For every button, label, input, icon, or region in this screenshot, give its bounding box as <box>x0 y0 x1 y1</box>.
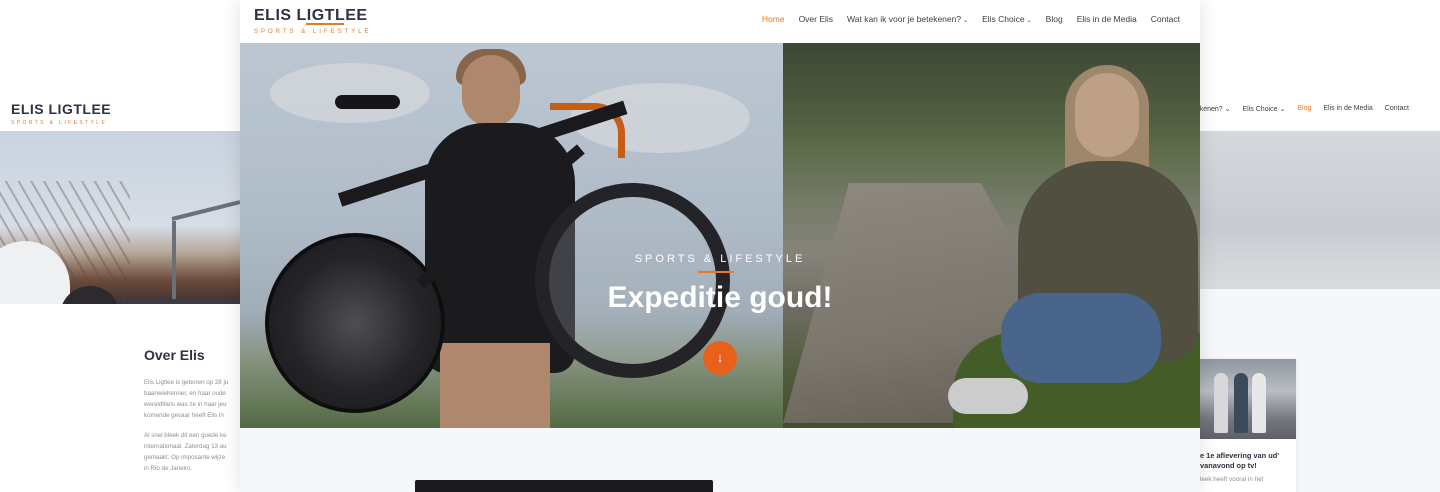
below-hero-section <box>240 428 1200 492</box>
scroll-down-button[interactable]: ↓ <box>703 341 737 375</box>
main-menu: Home Over Elis Wat kan ik voor je beteke… <box>762 14 1180 24</box>
menu-item-wat-kan-ik[interactable]: Wat kan ik voor je betekenen? ⌄ <box>847 14 968 24</box>
menu-item-home[interactable]: Home <box>762 14 785 24</box>
hero-kicker: SPORTS & LIFESTYLE <box>634 253 806 265</box>
menu-item-blog[interactable]: Blog <box>1046 14 1063 24</box>
chevron-down-icon: ⌄ <box>963 18 969 24</box>
bg-left-logo-name: ELIS LIGTLEE <box>11 101 112 117</box>
hero-headline: Expeditie goud! <box>607 281 833 314</box>
bg-right-nav-item: Contact <box>1384 105 1409 112</box>
bg-left-logo-tagline: SPORTS & LIFESTYLE <box>11 120 108 126</box>
bg-right-nav-item: Elis in de Media <box>1323 105 1373 112</box>
bg-right-card-title: e 1e aflevering van ud' vanavond op tv! <box>1200 451 1279 470</box>
menu-item-contact[interactable]: Contact <box>1151 14 1180 24</box>
hero-banner: SPORTS & LIFESTYLE Expeditie goud! ↓ <box>240 43 1200 428</box>
content-image <box>415 480 713 492</box>
site-logo[interactable]: ELIS LIGTLEE SPORTS & LIFESTYLE <box>254 7 372 35</box>
logo-tagline: SPORTS & LIFESTYLE <box>254 29 372 35</box>
bg-left-logo: ELIS LIGTLEE SPORTS & LIFESTYLE <box>11 101 111 126</box>
bg-left-hero-image <box>0 131 260 304</box>
bg-right-card-image <box>1200 359 1296 439</box>
bg-right-nav-item-active: Blog <box>1297 105 1312 112</box>
bg-right-nav: etekenen? ⌄ Elis Choice ⌄ Blog Elis in d… <box>1190 105 1409 113</box>
menu-item-elis-choice[interactable]: Elis Choice ⌄ <box>982 14 1032 24</box>
site-header: ELIS LIGTLEE SPORTS & LIFESTYLE Home Ove… <box>240 0 1200 43</box>
main-page-home: ELIS LIGTLEE SPORTS & LIFESTYLE Home Ove… <box>240 0 1200 492</box>
background-page-over-elis: ELIS LIGTLEE SPORTS & LIFESTYLE Over Eli… <box>0 97 260 492</box>
menu-item-media[interactable]: Elis in de Media <box>1077 14 1137 24</box>
arrow-down-icon: ↓ <box>716 350 724 365</box>
bg-right-card-text: leek heeft vooral in het <box>1200 476 1264 483</box>
chevron-down-icon: ⌄ <box>1026 18 1032 24</box>
background-page-blog: etekenen? ⌄ Elis Choice ⌄ Blog Elis in d… <box>1190 97 1440 492</box>
menu-item-over-elis[interactable]: Over Elis <box>799 14 833 24</box>
hero-kicker-underline <box>698 271 734 273</box>
bg-right-hero-image <box>1190 131 1440 289</box>
bg-right-nav-item: Elis Choice ⌄ <box>1242 106 1286 113</box>
logo-underline <box>306 23 344 25</box>
